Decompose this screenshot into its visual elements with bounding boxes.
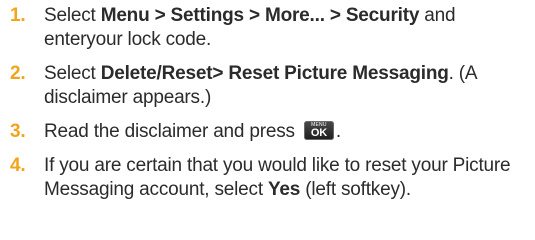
step-2: 2. Select Delete/Reset> Reset Picture Mes…	[10, 62, 530, 110]
step-4: 4. If you are certain that you would like…	[10, 154, 530, 202]
menu-path: Delete/Reset> Reset Picture Messaging	[100, 63, 449, 84]
instruction-list: 1. Select Menu > Settings > More... > Sec…	[10, 4, 530, 202]
step-number: 2.	[10, 63, 26, 84]
step-1: 1. Select Menu > Settings > More... > Sec…	[10, 4, 530, 52]
key-main-label: OK	[310, 127, 327, 139]
step-text: Read the disclaimer and press	[44, 121, 300, 142]
step-text: (left softkey).	[300, 179, 411, 200]
menu-path: Menu > Settings > More... > Security	[100, 5, 420, 26]
step-text: Select	[44, 5, 101, 26]
step-number: 4.	[10, 155, 26, 176]
step-number: 3.	[10, 121, 26, 142]
menu-ok-key-icon: MENU OK	[303, 121, 334, 140]
softkey-label: Yes	[267, 179, 301, 200]
step-number: 1.	[10, 5, 26, 26]
step-text: .	[335, 121, 342, 142]
step-text: Select	[44, 63, 101, 84]
step-3: 3. Read the disclaimer and press MENU OK.	[10, 120, 530, 144]
